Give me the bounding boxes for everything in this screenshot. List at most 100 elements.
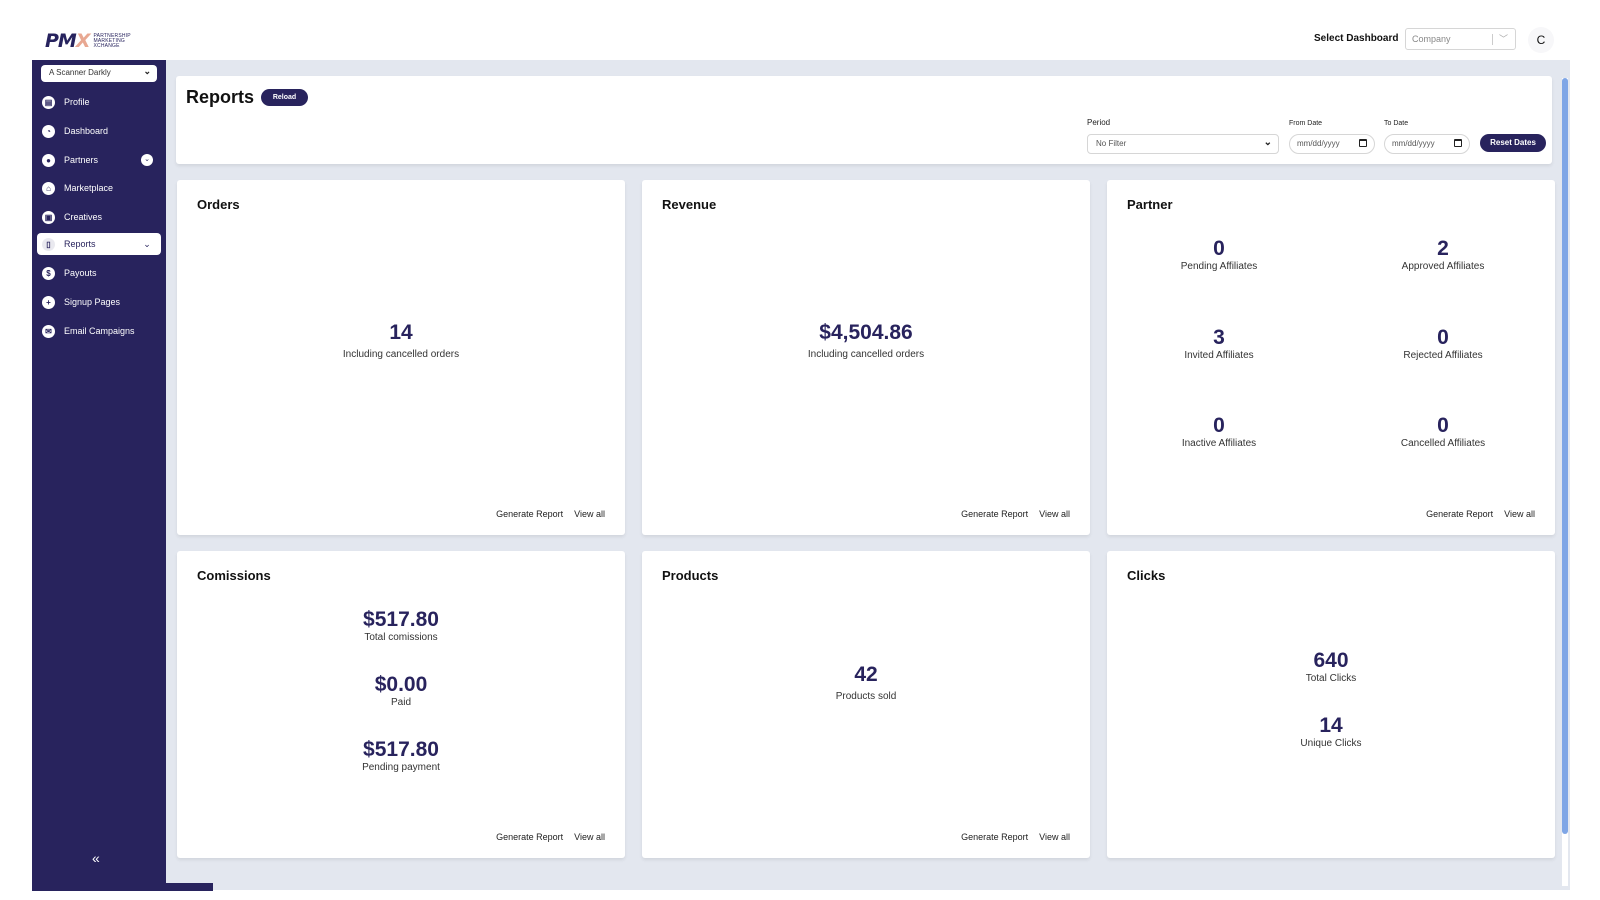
sidebar-item-email-campaigns[interactable]: ✉ Email Campaigns [37,320,161,342]
reports-icon: ▯ [42,237,55,251]
chevron-down-icon[interactable]: ⌄ [141,238,153,250]
stat-label: Total Clicks [1305,673,1357,684]
orders-caption: Including cancelled orders [342,349,460,360]
chevron-down-icon: ﹀ [1498,34,1508,44]
stat-value: 0 [1213,237,1225,260]
pie-chart-icon: ◔ [42,124,55,138]
stat-value: $517.80 [363,608,439,631]
user-avatar[interactable]: C [1528,27,1554,53]
generate-report-link[interactable]: Generate Report [961,832,1028,842]
chevron-down-icon: ⌄ [143,66,151,76]
store-select[interactable]: A Scanner Darkly ⌄ [41,65,157,82]
from-date-label: From Date [1289,120,1323,127]
reload-button[interactable]: Reload [261,89,308,106]
inactive-affiliates-stat: 0 Inactive Affiliates [1107,414,1331,449]
store-select-value: A Scanner Darkly [49,68,111,77]
stat-label: Total comissions [364,632,438,643]
dashboard-select-value: Company [1412,34,1451,44]
generate-report-link[interactable]: Generate Report [496,832,563,842]
view-all-link[interactable]: View all [1504,509,1535,519]
sidebar-item-reports[interactable]: ▯ Reports ⌄ [37,233,161,255]
chevron-down-icon: ⌄ [1263,137,1272,148]
reset-dates-button[interactable]: Reset Dates [1480,134,1546,152]
total-clicks-stat: 640 Total Clicks [1107,649,1555,684]
generate-report-link[interactable]: Generate Report [961,509,1028,519]
sidebar-item-dashboard[interactable]: ◔ Dashboard [37,120,161,142]
calendar-icon[interactable] [1359,139,1367,147]
orders-value: 14 [389,321,413,344]
from-date-input[interactable]: mm/dd/yyyy [1289,134,1375,154]
reports-header: Reports Reload Period No Filter ⌄ From D… [176,76,1552,164]
generate-report-link[interactable]: Generate Report [496,509,563,519]
sidebar-bottom-bar [32,883,213,891]
signup-icon: + [42,295,55,309]
stat-value: 0 [1437,326,1449,349]
cancelled-affiliates-stat: 0 Cancelled Affiliates [1331,414,1555,449]
stat-value: $517.80 [363,738,439,761]
chevron-down-icon[interactable]: ⌄ [141,154,153,166]
rejected-affiliates-stat: 0 Rejected Affiliates [1331,326,1555,361]
payouts-icon: $ [42,266,55,280]
sidebar-item-label: Marketplace [64,183,114,193]
card-title: Revenue [662,197,717,212]
to-date-input[interactable]: mm/dd/yyyy [1384,134,1470,154]
period-select-value: No Filter [1096,139,1127,148]
pending-payment-stat: $517.80 Pending payment [177,738,625,773]
calendar-icon[interactable] [1454,139,1462,147]
stat-value: 14 [1319,714,1343,737]
to-date-placeholder: mm/dd/yyyy [1392,139,1435,148]
view-all-link[interactable]: View all [574,832,605,842]
total-commissions-stat: $517.80 Total comissions [177,608,625,643]
sidebar-item-label: Email Campaigns [64,326,135,336]
collapse-sidebar-icon[interactable]: « [92,850,100,866]
partner-card: Partner 0 Pending Affiliates 2 Approved … [1107,180,1555,535]
pending-affiliates-stat: 0 Pending Affiliates [1107,237,1331,272]
approved-affiliates-stat: 2 Approved Affiliates [1331,237,1555,272]
select-separator [1492,34,1493,45]
profile-icon: ▤ [42,95,55,109]
stat-label: Rejected Affiliates [1403,350,1483,361]
period-label: Period [1087,118,1111,127]
dashboard-select[interactable]: Company ﹀ [1405,28,1516,50]
stat-value: 0 [1213,414,1225,437]
view-all-link[interactable]: View all [1039,509,1070,519]
from-date-placeholder: mm/dd/yyyy [1297,139,1340,148]
sidebar-item-signup-pages[interactable]: + Signup Pages [37,291,161,313]
sidebar-item-profile[interactable]: ▤ Profile [37,91,161,113]
view-all-link[interactable]: View all [1039,832,1070,842]
period-select[interactable]: No Filter ⌄ [1087,134,1279,154]
scrollbar-thumb[interactable] [1562,78,1568,834]
sidebar-item-marketplace[interactable]: ⌂ Marketplace [37,177,161,199]
generate-report-link[interactable]: Generate Report [1426,509,1493,519]
stat-label: Pending Affiliates [1180,261,1258,272]
clicks-card: Clicks 640 Total Clicks 14 Unique Clicks [1107,551,1555,858]
revenue-card: Revenue $4,504.86 Including cancelled or… [642,180,1090,535]
commissions-card: Comissions $517.80 Total comissions $0.0… [177,551,625,858]
sidebar-item-label: Dashboard [64,126,109,136]
sidebar-item-creatives[interactable]: ▣ Creatives [37,206,161,228]
invited-affiliates-stat: 3 Invited Affiliates [1107,326,1331,361]
orders-card: Orders 14 Including cancelled orders Gen… [177,180,625,535]
card-title: Products [662,568,719,583]
sidebar-item-partners[interactable]: ● Partners ⌄ [37,149,161,171]
sidebar-item-label: Signup Pages [64,297,121,307]
logo-subtitle: Partnership Marketing Xchange [93,32,131,49]
select-dashboard-label: Select Dashboard [1314,33,1399,44]
paid-stat: $0.00 Paid [177,673,625,708]
unique-clicks-stat: 14 Unique Clicks [1107,714,1555,749]
products-caption: Products sold [835,691,897,702]
products-value: 42 [854,663,878,686]
products-card: Products 42 Products sold Generate Repor… [642,551,1090,858]
to-date-label: To Date [1384,120,1409,127]
pmx-logo[interactable]: PMX Partnership Marketing Xchange [45,30,131,52]
stat-label: Approved Affiliates [1401,261,1485,272]
creatives-icon: ▣ [42,210,55,224]
sidebar-item-payouts[interactable]: $ Payouts [37,262,161,284]
sidebar-item-label: Creatives [64,212,103,222]
page-title: Reports [186,87,255,107]
marketplace-icon: ⌂ [42,181,55,195]
vertical-scrollbar[interactable] [1562,78,1568,886]
logo-mark: PMX [45,30,90,52]
email-icon: ✉ [42,324,55,338]
view-all-link[interactable]: View all [574,509,605,519]
